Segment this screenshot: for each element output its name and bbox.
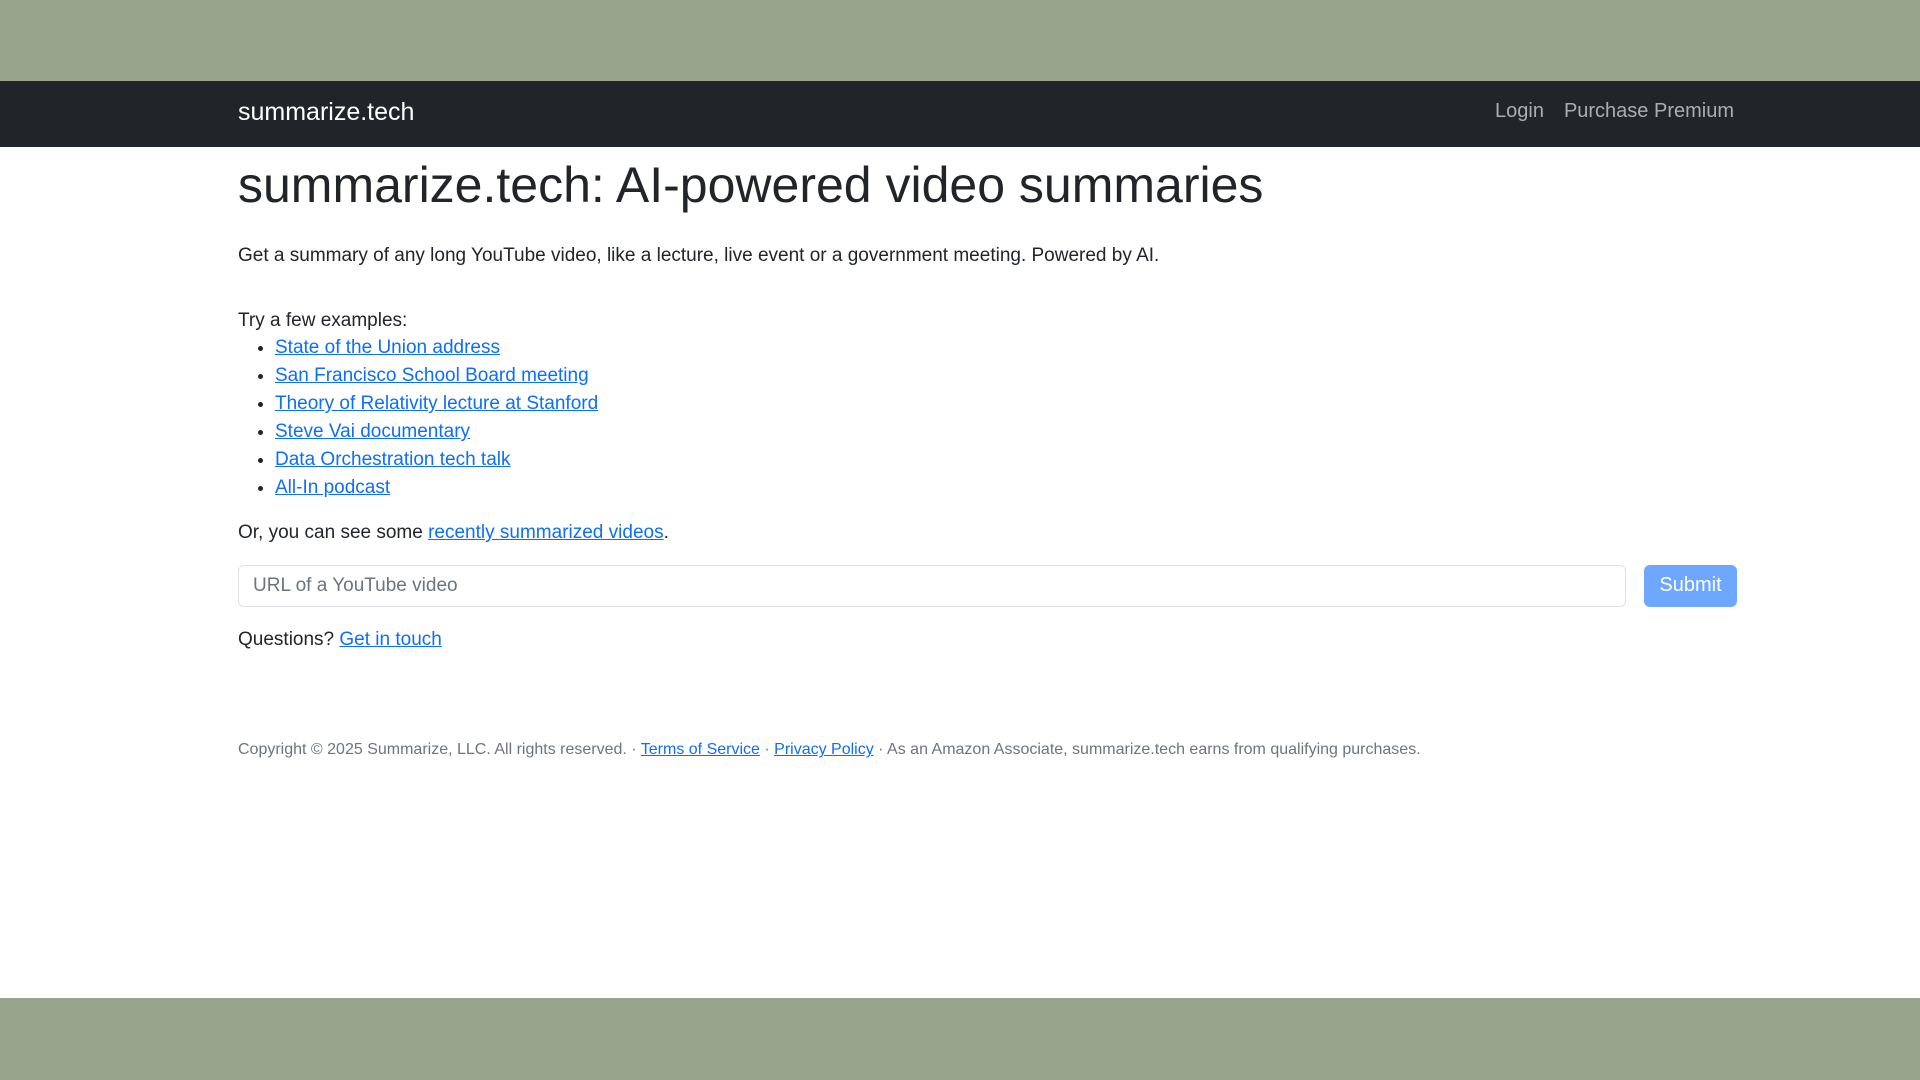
recent-videos-text: Or, you can see some recently summarized… xyxy=(238,520,1742,547)
footer-separator: · xyxy=(759,741,775,759)
example-link-relativity-lecture[interactable]: Theory of Relativity lecture at Stanford xyxy=(275,393,598,414)
questions-text: Questions? Get in touch xyxy=(238,627,1742,654)
page-title: summarize.tech: AI-powered video summari… xyxy=(238,157,1264,213)
example-link-sf-school-board[interactable]: San Francisco School Board meeting xyxy=(275,365,589,386)
lead-text: Get a summary of any long YouTube video,… xyxy=(238,245,1160,266)
list-item: Theory of Relativity lecture at Stanford xyxy=(275,390,1742,418)
examples-intro: Try a few examples: xyxy=(238,309,408,331)
footer: Copyright © 2025 Summarize, LLC. All rig… xyxy=(238,739,1742,761)
get-in-touch-link[interactable]: Get in touch xyxy=(339,629,441,650)
recent-videos-link[interactable]: recently summarized videos xyxy=(428,522,663,543)
example-link-data-orchestration[interactable]: Data Orchestration tech talk xyxy=(275,449,511,470)
navbar: summarize.tech Login Purchase Premium xyxy=(0,81,1920,147)
list-item: State of the Union address xyxy=(275,334,1742,362)
url-form: Submit xyxy=(238,564,1742,607)
page: summarize.tech Login Purchase Premium su… xyxy=(0,81,1920,998)
nav-links: Login Purchase Premium xyxy=(1495,100,1734,123)
recent-suffix: . xyxy=(663,522,669,544)
example-link-state-of-the-union[interactable]: State of the Union address xyxy=(275,337,500,358)
terms-of-service-link[interactable]: Terms of Service xyxy=(641,741,760,758)
url-input[interactable] xyxy=(238,564,1626,607)
login-link[interactable]: Login xyxy=(1495,100,1544,123)
copyright-text: Copyright © 2025 Summarize, LLC. All rig… xyxy=(238,741,641,759)
list-item: All-In podcast xyxy=(275,474,1742,502)
example-link-steve-vai[interactable]: Steve Vai documentary xyxy=(275,421,470,442)
purchase-premium-link[interactable]: Purchase Premium xyxy=(1564,100,1734,123)
examples-list: State of the Union address San Francisco… xyxy=(238,334,1742,502)
example-link-all-in-podcast[interactable]: All-In podcast xyxy=(275,477,390,498)
questions-prefix: Questions? xyxy=(238,628,340,650)
recent-prefix: Or, you can see some xyxy=(238,522,429,544)
main-content: summarize.tech: AI-powered video summari… xyxy=(238,147,1742,762)
privacy-policy-link[interactable]: Privacy Policy xyxy=(774,741,874,758)
brand-link[interactable]: summarize.tech xyxy=(238,98,414,127)
list-item: San Francisco School Board meeting xyxy=(275,362,1742,390)
list-item: Steve Vai documentary xyxy=(275,418,1742,446)
list-item: Data Orchestration tech talk xyxy=(275,446,1742,474)
submit-button[interactable]: Submit xyxy=(1644,564,1737,607)
amazon-associate-text: · As an Amazon Associate, summarize.tech… xyxy=(873,741,1421,759)
